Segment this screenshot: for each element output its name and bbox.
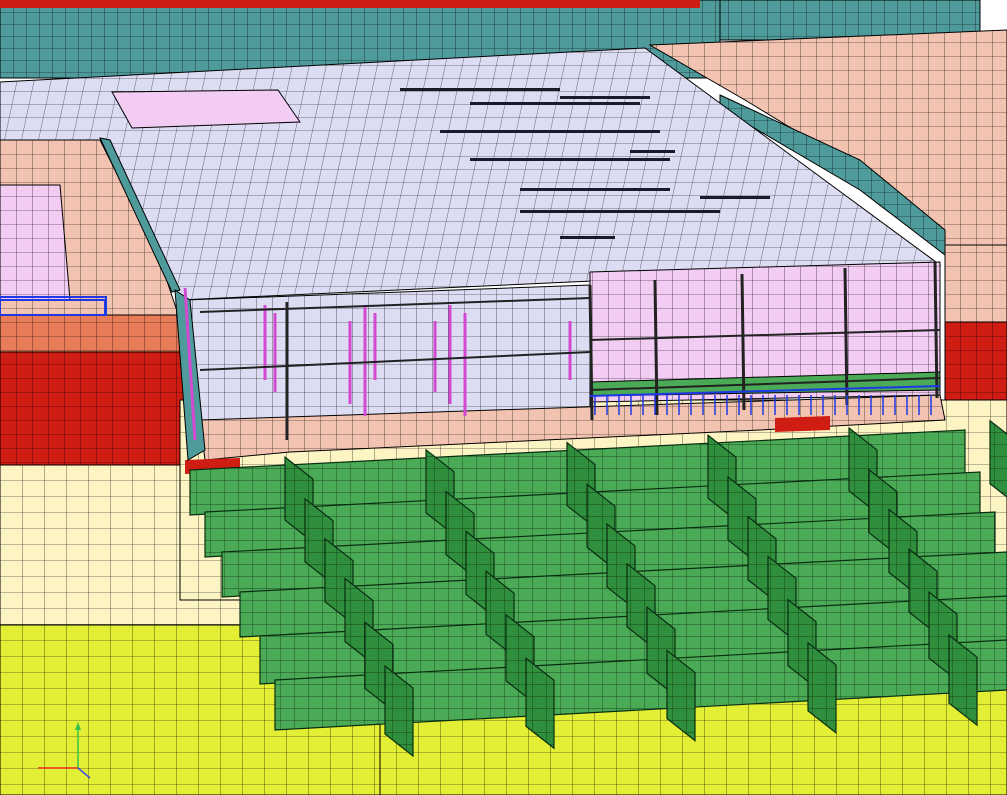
slab-slot bbox=[560, 96, 650, 99]
fem-model-viewport[interactable] bbox=[0, 0, 1007, 795]
slab-slot bbox=[400, 88, 560, 91]
slab-slot bbox=[470, 158, 670, 161]
slab-slot bbox=[630, 150, 675, 153]
slab-slot bbox=[440, 130, 660, 133]
slab-slot bbox=[520, 210, 720, 213]
slab-slot bbox=[560, 236, 615, 239]
frame-column bbox=[843, 267, 849, 406]
fem-mesh-scene[interactable] bbox=[0, 0, 1007, 795]
slab-slot bbox=[520, 188, 670, 191]
slab-slot bbox=[700, 196, 770, 199]
frame-column bbox=[740, 273, 746, 411]
frame-column bbox=[588, 284, 594, 421]
slab-slot bbox=[470, 102, 640, 105]
